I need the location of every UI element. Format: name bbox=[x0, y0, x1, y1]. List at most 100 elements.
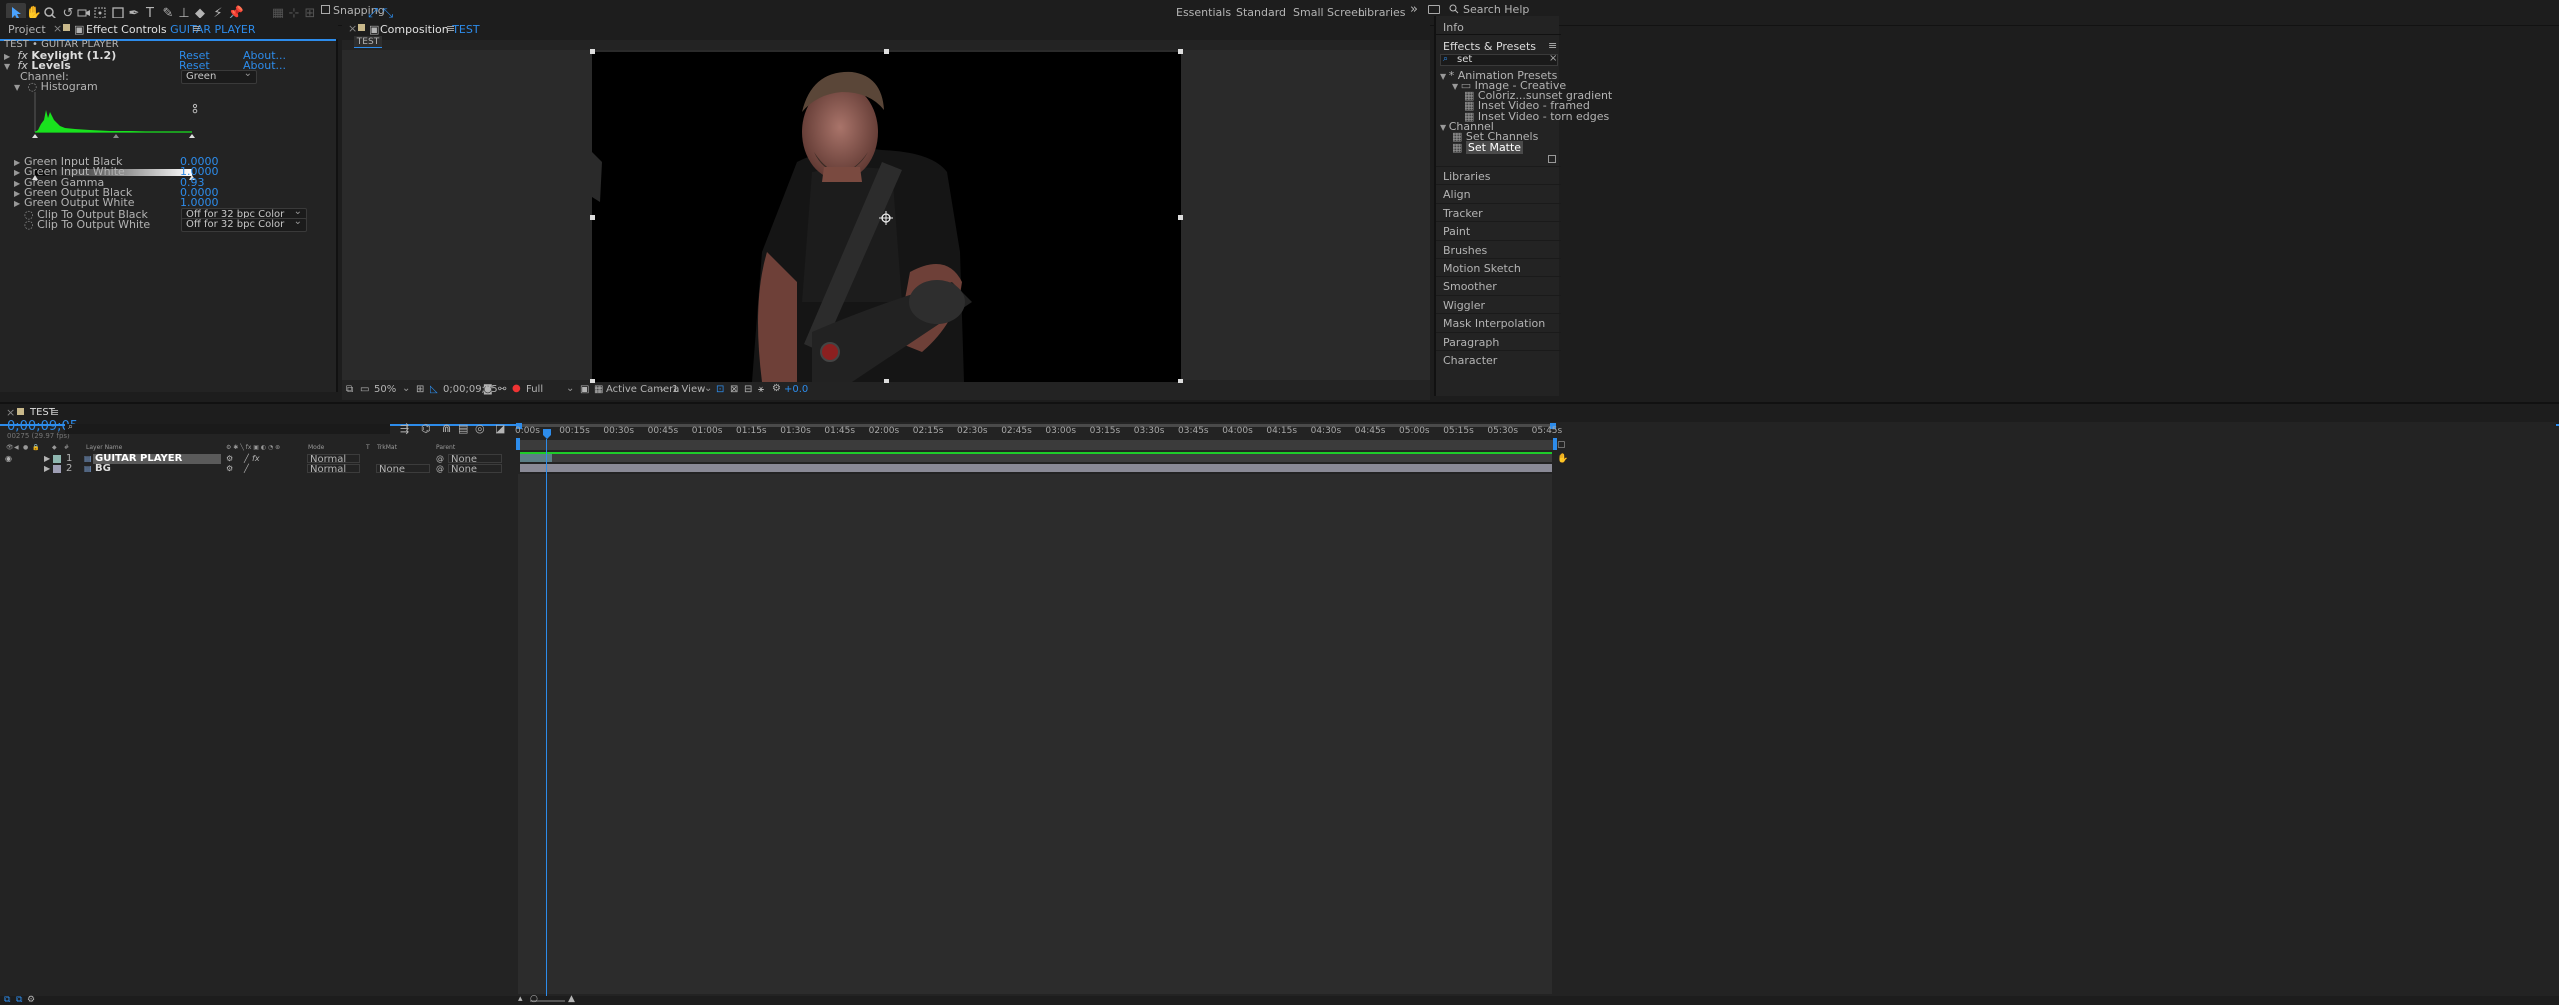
panel-libraries[interactable]: Libraries bbox=[1443, 170, 1491, 183]
pick-whip-icon[interactable]: @ bbox=[436, 454, 444, 464]
comp-button-icon[interactable]: ▢ bbox=[1557, 440, 1566, 450]
graph-editor-icon[interactable]: ◪ bbox=[495, 422, 505, 435]
views-dropdown[interactable]: 1 View bbox=[672, 384, 705, 395]
shy-switch-icon[interactable]: ⚙ bbox=[226, 454, 233, 464]
effects-search-input[interactable]: ⌕ set × bbox=[1440, 53, 1558, 66]
label-column-icon[interactable]: ◆ bbox=[52, 444, 57, 452]
parent-dropdown[interactable]: None bbox=[448, 464, 502, 475]
histogram-graph[interactable] bbox=[30, 90, 200, 150]
shy-layers-icon[interactable]: ⋒ bbox=[442, 422, 451, 435]
solo-icon[interactable]: ● bbox=[23, 444, 28, 452]
panel-brushes[interactable]: Brushes bbox=[1443, 244, 1487, 257]
layer-search-input[interactable]: ⌕ bbox=[65, 422, 390, 434]
new-bin-icon[interactable] bbox=[1548, 155, 1556, 163]
workspace-more-icon[interactable]: » bbox=[1410, 2, 1418, 17]
always-preview-icon[interactable]: ⧉ bbox=[346, 384, 353, 395]
shy-switch-icon[interactable]: ⚙ bbox=[226, 464, 233, 474]
effects-tree-item[interactable]: ▦ Set Matte bbox=[1452, 141, 1524, 154]
region-of-interest-icon[interactable]: ▣ bbox=[580, 384, 589, 395]
tab-effect-controls[interactable]: Effect Controls GUITAR PLAYER bbox=[86, 23, 256, 36]
snapshot-icon[interactable]: ◙ bbox=[483, 384, 493, 395]
current-time-indicator-head[interactable] bbox=[543, 429, 551, 439]
close-icon[interactable]: × bbox=[6, 406, 15, 419]
work-area-bar[interactable] bbox=[516, 440, 1556, 450]
panel-menu-icon[interactable]: ≡ bbox=[446, 22, 455, 35]
frame-blending-icon[interactable]: ▤ bbox=[458, 422, 468, 435]
close-icon[interactable]: × bbox=[53, 22, 62, 35]
lock-icon[interactable] bbox=[358, 24, 365, 31]
draft-3d-icon[interactable]: ⌬ bbox=[421, 422, 431, 435]
collapse-arrow-icon[interactable]: ▼ bbox=[1440, 123, 1449, 132]
layer-row[interactable]: ▶ 2 ▤ BG ⚙ ╱ Normal None @ None bbox=[0, 464, 513, 475]
channel-dropdown[interactable]: Green bbox=[181, 68, 257, 84]
color-channel-icon[interactable]: ● bbox=[512, 383, 521, 394]
resolution-dropdown[interactable]: Full bbox=[526, 384, 543, 395]
trkmat-dropdown[interactable] bbox=[376, 454, 430, 463]
camera-dropdown[interactable]: Active Camera bbox=[606, 384, 679, 395]
current-time-indicator-line[interactable] bbox=[546, 439, 547, 999]
transparency-grid-icon[interactable]: ▦ bbox=[594, 384, 603, 395]
expand-in-out-icon[interactable]: ⚙ bbox=[27, 995, 35, 1005]
panel-wiggler[interactable]: Wiggler bbox=[1443, 299, 1485, 312]
zoom-out-icon[interactable]: ▴ bbox=[518, 994, 523, 1004]
mode-dropdown[interactable]: Normal bbox=[307, 464, 360, 475]
monitor-icon[interactable]: ▭ bbox=[360, 384, 369, 395]
layer-handle[interactable] bbox=[590, 215, 595, 220]
anchor-point-icon[interactable] bbox=[879, 211, 893, 225]
layer-handle[interactable] bbox=[1178, 215, 1183, 220]
tab-composition[interactable]: Composition TEST bbox=[380, 23, 480, 36]
col-parent[interactable]: Parent bbox=[436, 444, 455, 452]
timeline-icon[interactable]: ⊟ bbox=[744, 384, 752, 395]
reset-exposure-icon[interactable]: ⚙ bbox=[772, 383, 781, 394]
sync-settings-icon[interactable] bbox=[1428, 5, 1440, 14]
layer-2-bar[interactable] bbox=[520, 464, 1552, 472]
panel-mask-interpolation[interactable]: Mask Interpolation bbox=[1443, 317, 1545, 330]
collapse-arrow-icon[interactable]: ▼ bbox=[1440, 72, 1449, 81]
collapse-arrow-icon[interactable]: ▼ bbox=[14, 79, 24, 96]
zoom-dropdown[interactable]: 50% bbox=[374, 384, 396, 395]
collapse-arrow-icon[interactable]: ▼ bbox=[1452, 82, 1461, 91]
collapse-arrow-icon[interactable]: ▼ bbox=[4, 58, 14, 75]
switches-icon[interactable]: ⚙ ✱ ╲ fx ▣ ◐ ◔ ⊛ bbox=[226, 444, 280, 452]
layer-handle[interactable] bbox=[884, 49, 889, 54]
work-area-start[interactable] bbox=[516, 438, 520, 450]
label-color-swatch[interactable] bbox=[53, 455, 61, 463]
tab-project[interactable]: Project bbox=[8, 23, 46, 36]
comp-subtab[interactable]: TEST bbox=[354, 36, 382, 48]
timeline-track-area[interactable] bbox=[518, 474, 1552, 994]
layer-1-bar[interactable] bbox=[520, 454, 552, 462]
layer-handle[interactable] bbox=[590, 49, 595, 54]
zoom-in-icon[interactable]: ▲ bbox=[568, 994, 575, 1004]
show-snapshot-icon[interactable]: ⚯ bbox=[498, 384, 506, 395]
flowchart-icon[interactable]: ⚹ bbox=[758, 384, 764, 395]
audio-icon[interactable]: ◀ bbox=[14, 444, 19, 452]
expand-arrow-icon[interactable]: ▶ bbox=[44, 454, 50, 464]
motion-blur-icon[interactable]: ◎ bbox=[475, 422, 485, 435]
panel-align[interactable]: Align bbox=[1443, 188, 1471, 201]
label-color-swatch[interactable] bbox=[53, 465, 61, 473]
expand-transfer-controls-icon[interactable]: ⧉ bbox=[16, 995, 22, 1005]
lock-icon[interactable] bbox=[63, 24, 70, 31]
mode-dropdown[interactable]: Normal bbox=[307, 454, 360, 465]
panel-menu-icon[interactable]: ≡ bbox=[1548, 39, 1557, 52]
panel-motion-sketch[interactable]: Motion Sketch bbox=[1443, 262, 1521, 275]
lock-icon[interactable] bbox=[17, 408, 24, 415]
zoom-slider-thumb[interactable]: ○ bbox=[530, 994, 538, 1004]
info-panel-tab[interactable]: Info bbox=[1443, 21, 1464, 34]
effects-presets-title[interactable]: Effects & Presets bbox=[1443, 40, 1536, 53]
panel-smoother[interactable]: Smoother bbox=[1443, 280, 1497, 293]
fast-previews-icon[interactable]: ⊠ bbox=[730, 384, 738, 395]
clip-white-dropdown[interactable]: Off for 32 bpc Color bbox=[181, 216, 307, 232]
comp-mini-flowchart-icon[interactable]: ⇶ bbox=[400, 422, 409, 435]
property-value[interactable]: 1.0000 bbox=[180, 194, 219, 211]
mask-visibility-icon[interactable]: ◺ bbox=[430, 384, 438, 395]
toggle-pixel-aspect-icon[interactable]: ⊡ bbox=[716, 384, 724, 395]
panel-paragraph[interactable]: Paragraph bbox=[1443, 336, 1499, 349]
panel-paint[interactable]: Paint bbox=[1443, 225, 1470, 238]
fx-switch-icon[interactable]: fx bbox=[252, 454, 260, 464]
layer-name[interactable]: BG bbox=[93, 464, 221, 474]
panel-menu-icon[interactable]: ≡ bbox=[192, 22, 201, 35]
panel-menu-icon[interactable]: ≡ bbox=[50, 406, 59, 419]
eye-icon[interactable]: 👁 bbox=[6, 444, 14, 452]
quality-switch-icon[interactable]: ╱ bbox=[244, 464, 249, 474]
